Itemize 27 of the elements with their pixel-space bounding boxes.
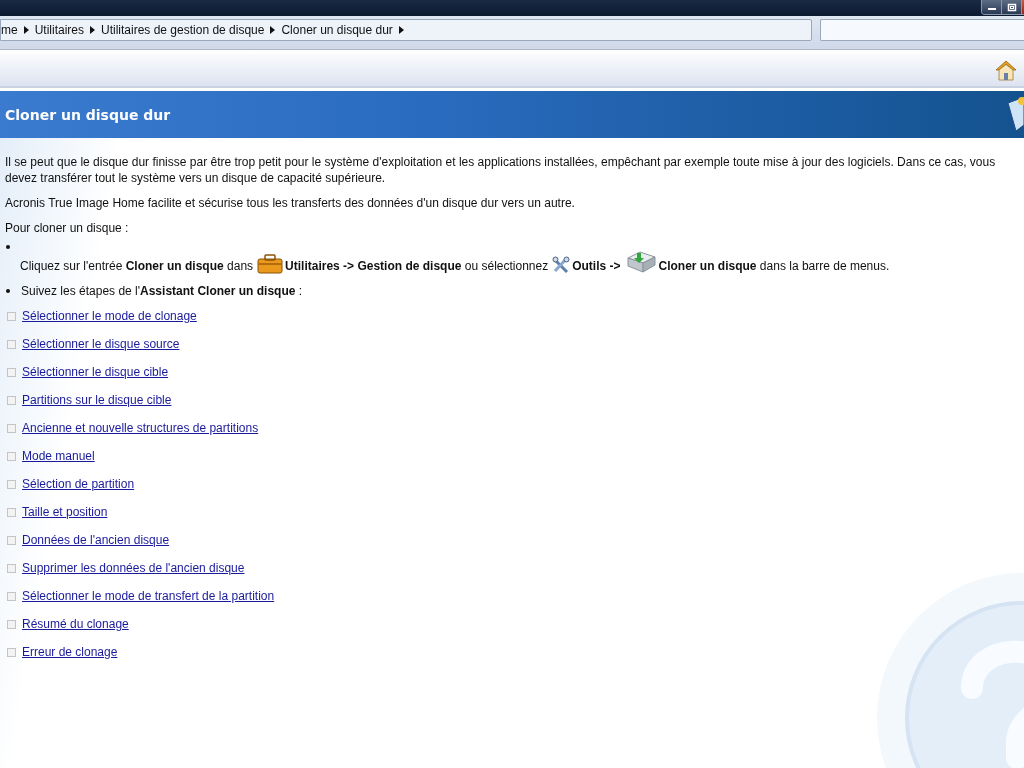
topic-link[interactable]: Résumé du clonage (22, 616, 129, 632)
topic-link[interactable]: Sélectionner le disque cible (22, 364, 169, 380)
topic-link[interactable]: Sélection de partition (22, 476, 135, 492)
breadcrumb-item[interactable]: Utilitaires de gestion de disque (101, 23, 265, 37)
bullet-text: Suivez les étapes de l'Assistant Cloner un disque : (21, 283, 303, 299)
bullet-text: Utilitaires -> Gestion de disque ou sélectionnez (285, 258, 549, 274)
topic-link[interactable]: Sélectionner le disque source (22, 336, 180, 352)
paragraph: Acronis True Image Home facilite et sécurise tous les transferts des données d'un disque dur vers un autre. (5, 195, 576, 211)
topic-link[interactable]: Sélectionner le mode de transfert de la partition (22, 588, 275, 604)
bullet-text: Outils -> (572, 258, 621, 274)
breadcrumb-item[interactable]: Utilitaires (34, 23, 84, 37)
bullet-text: Cloner un disque dans la barre de menus. (658, 258, 890, 274)
topic-link[interactable]: Mode manuel (22, 448, 95, 464)
topic-link[interactable]: Partitions sur le disque cible (22, 392, 172, 408)
paragraph: Il se peut que le disque dur finisse par être trop petit pour le système d'exploitation et les applications installées, empêchant par exemple toute mise à jour des logiciels. Dans ce cas, vous devez transférer tout le système vers un disque de capacité supérieure. (5, 154, 997, 186)
topic-link[interactable]: Erreur de clonage (22, 644, 118, 660)
breadcrumb-item[interactable]: me (1, 23, 18, 37)
breadcrumb-bar[interactable]: me Utilitaires Utilitaires de gestion de disque Cloner un disque dur (0, 19, 812, 41)
breadcrumb-item[interactable]: Cloner un disque dur (281, 23, 393, 37)
topic-link[interactable]: Données de l'ancien disque (22, 532, 170, 548)
paragraph: Pour cloner un disque : (5, 220, 130, 236)
topic-link[interactable]: Taille et position (22, 504, 108, 520)
topic-link[interactable]: Supprimer les données de l'ancien disque (22, 560, 245, 576)
page-title: Cloner un disque dur (5, 106, 171, 123)
bullet-text: Cliquez sur l'entrée Cloner un disque dans (20, 258, 254, 274)
topic-link[interactable]: Ancienne et nouvelle structures de partitions (22, 420, 259, 436)
topic-link[interactable]: Sélectionner le mode de clonage (22, 308, 197, 324)
